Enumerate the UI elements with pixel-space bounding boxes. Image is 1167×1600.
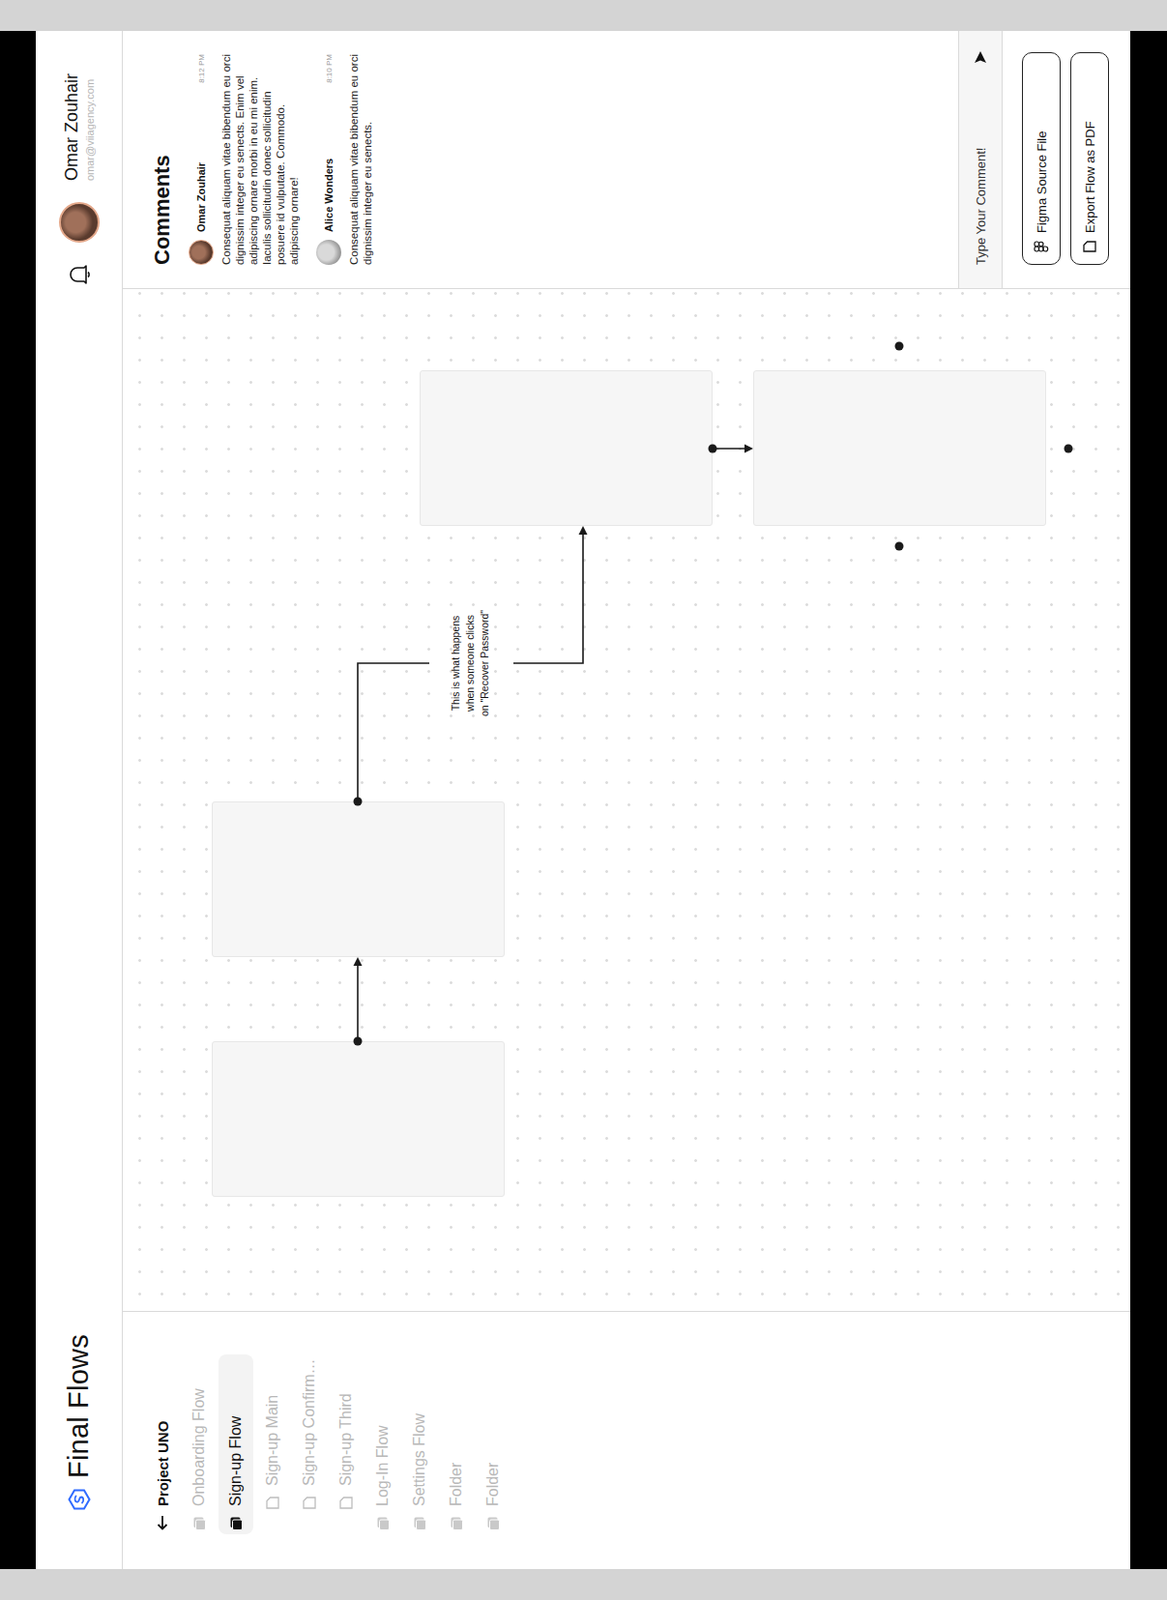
connector — [513, 533, 584, 664]
sidebar-item[interactable]: Folder — [475, 1354, 511, 1535]
comment-time: 8:12 PM — [197, 54, 206, 84]
sidebar-item[interactable]: Sign-up Third — [328, 1321, 364, 1535]
label-line: This is what happens — [448, 590, 464, 736]
sidebar-item[interactable]: Folder — [438, 1354, 474, 1535]
app-window: Final FlowsOmar Zouhairomar@viiagency.co… — [35, 30, 1131, 1570]
brand[interactable]: Final Flows — [62, 1334, 95, 1512]
comment-author: Omar Zouhair — [195, 90, 207, 233]
project-name: Project UNO — [154, 1421, 172, 1507]
comment-list: Omar Zouhair 8:12 PM Consequat aliquam vit… — [188, 30, 375, 289]
document-icon — [1082, 240, 1097, 253]
sidebar-item-label: Log-In Flow — [374, 1425, 392, 1507]
sidebar-item-label: Sign-up Confirm… — [300, 1358, 319, 1487]
flow-node[interactable] — [419, 370, 713, 526]
connector — [356, 964, 359, 1042]
page: Final FlowsOmar Zouhairomar@viiagency.co… — [0, 0, 1167, 1600]
comment-text: Consequat aliquam vitae bibendum eu orci… — [219, 54, 301, 265]
panel-actions: Figma Source File Export Flow as PDF — [1002, 30, 1109, 289]
file-icon — [339, 1496, 353, 1510]
user-avatar[interactable] — [58, 202, 100, 243]
screen: Final FlowsOmar Zouhairomar@viiagency.co… — [35, 30, 1131, 1570]
action-button[interactable]: Figma Source File — [1021, 52, 1061, 265]
action-button[interactable]: Export Flow as PDF — [1070, 52, 1109, 265]
comments-panel: Comments Omar Zouhair 8:12 PM Consequat ali… — [122, 30, 1131, 290]
folder-icon — [413, 1517, 427, 1531]
folder-icon — [487, 1517, 500, 1531]
comment-time: 8:10 PM — [324, 54, 334, 84]
connector — [357, 663, 430, 802]
sidebar-item[interactable]: Log-In Flow — [365, 1354, 401, 1535]
comment-text: Consequat aliquam vitae bibendum eu orci… — [347, 54, 375, 265]
comment-avatar — [188, 239, 214, 265]
action-label: Figma Source File — [1034, 131, 1050, 234]
user-info: Omar Zouhairomar@viiagency.com — [61, 73, 96, 181]
sidebar-item-label: Settings Flow — [410, 1413, 429, 1507]
comment-placeholder: Type Your Comment! — [973, 147, 989, 265]
user-name: Omar Zouhair — [61, 73, 83, 181]
back-arrow-icon — [156, 1515, 169, 1531]
flow-canvas[interactable]: This is what happenswhen someone clickso… — [122, 289, 1131, 1312]
connector — [712, 447, 746, 450]
sidebar-item-label: Folder — [484, 1462, 502, 1507]
workspace: Project UNO Onboarding Flow Sign-up Flow Si… — [122, 30, 1131, 1570]
connectors — [122, 289, 1131, 1312]
comments-title: Comments — [149, 54, 176, 265]
comment-header: Alice Wonders 8:10 PM — [316, 54, 342, 265]
figma-icon — [1033, 240, 1050, 253]
project-back[interactable]: Project UNO — [144, 1312, 181, 1535]
file-icon — [302, 1496, 317, 1510]
label-line: on "Recover Password" — [477, 590, 493, 736]
sidebar-item[interactable]: Sign-up Main — [255, 1321, 291, 1535]
bell-icon[interactable] — [67, 263, 91, 286]
device-frame: Final FlowsOmar Zouhairomar@viiagency.co… — [0, 30, 1167, 1570]
label-line: when someone clicks — [463, 590, 478, 736]
sidebar-item-label: Folder — [447, 1462, 466, 1507]
comment-avatar — [316, 239, 342, 265]
send-icon[interactable] — [973, 50, 988, 64]
sidebar-item-label: Sign-up Flow — [227, 1416, 245, 1507]
action-label: Export Flow as PDF — [1082, 120, 1098, 234]
connector-label: This is what happenswhen someone clickso… — [448, 590, 493, 736]
comment-input[interactable]: Type Your Comment! — [958, 30, 1003, 289]
sidebar-item[interactable]: Sign-up Flow — [218, 1354, 254, 1535]
folder-icon — [450, 1517, 464, 1531]
header-actions: Omar Zouhairomar@viiagency.com — [58, 73, 100, 286]
flow-node[interactable] — [211, 801, 505, 958]
sidebar-item[interactable]: Settings Flow — [402, 1354, 438, 1535]
app-title: Final Flows — [62, 1334, 95, 1479]
sidebar: Project UNO Onboarding Flow Sign-up Flow Si… — [122, 1311, 1131, 1570]
comment-header: Omar Zouhair 8:12 PM — [188, 54, 214, 265]
sidebar-item[interactable]: Sign-up Confirm… — [291, 1321, 327, 1535]
comment: Alice Wonders 8:10 PM Consequat aliquam vi… — [316, 54, 375, 265]
folder-icon — [377, 1517, 390, 1531]
logo-icon — [67, 1487, 91, 1512]
flow-node[interactable] — [211, 1041, 505, 1197]
folder-icon — [230, 1517, 243, 1531]
sidebar-item-label: Onboarding Flow — [190, 1388, 208, 1507]
header: Final Flows Omar Zouhairomar@viiagency.co… — [35, 30, 123, 1570]
file-icon — [265, 1496, 280, 1510]
folder-icon — [193, 1517, 206, 1531]
flow-node[interactable] — [753, 370, 1047, 526]
user-email: omar@viiagency.com — [84, 73, 96, 181]
sidebar-item[interactable]: Onboarding Flow — [181, 1354, 217, 1535]
comment-author: Alice Wonders — [322, 90, 335, 233]
comment: Omar Zouhair 8:12 PM Consequat aliquam vit… — [188, 54, 301, 265]
sidebar-item-label: Sign-up Third — [337, 1393, 355, 1487]
sidebar-item-label: Sign-up Main — [263, 1395, 282, 1487]
